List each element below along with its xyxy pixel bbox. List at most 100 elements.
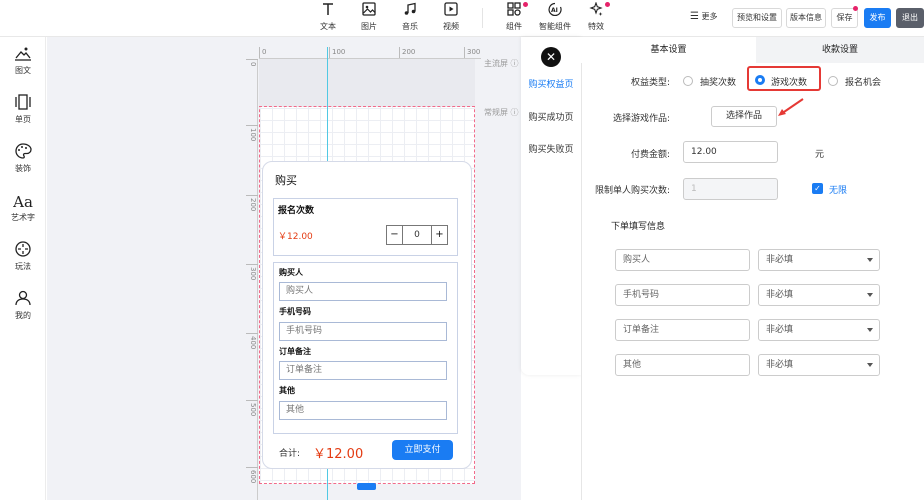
caret-down-icon <box>867 258 873 262</box>
tool-effects[interactable]: 特效 <box>576 1 616 32</box>
tool-video[interactable]: 视频 <box>431 2 471 32</box>
decrement-button[interactable]: − <box>386 225 403 245</box>
safe-area-band <box>259 59 475 107</box>
main-screen-label: 主流屏 ⓘ <box>484 58 519 69</box>
normal-screen-text: 常规屏 <box>484 108 508 117</box>
amount-input[interactable]: 12.00 <box>683 141 778 163</box>
sidebar-item-label: 图文 <box>15 66 31 75</box>
ruler-tick: 400 <box>246 333 258 349</box>
toolbar-divider <box>482 8 483 28</box>
sidebar-item-label: 艺术字 <box>11 213 35 222</box>
quantity-input[interactable]: 0 <box>402 225 432 245</box>
close-icon[interactable]: ✕ <box>541 47 561 67</box>
normal-screen-label: 常规屏 ⓘ <box>484 107 519 118</box>
sidebar-item-label: 单页 <box>15 115 31 124</box>
required-select-buyer[interactable]: 非必填 <box>758 249 880 271</box>
effects-icon <box>576 1 616 20</box>
arrow-annotation-icon <box>778 98 804 116</box>
increment-button[interactable]: + <box>431 225 448 245</box>
tool-component[interactable]: 组件 <box>494 2 534 32</box>
notification-dot <box>605 2 610 7</box>
option-game-count-label: 游戏次数 <box>771 78 808 88</box>
sidebar-item-image-text[interactable]: 图文 <box>0 45 46 76</box>
tool-text[interactable]: 文本 <box>308 2 348 32</box>
notification-dot <box>523 2 528 7</box>
sidebar-item-mine[interactable]: 我的 <box>0 290 46 321</box>
sidebar-item-decoration[interactable]: 装饰 <box>0 143 46 174</box>
exit-button[interactable]: 退出 <box>896 8 924 28</box>
tool-ai-component[interactable]: AI 智能组件 <box>535 2 575 32</box>
radio-lottery[interactable] <box>683 76 693 86</box>
tool-label: 文本 <box>320 22 336 31</box>
tool-label: 特效 <box>588 22 604 31</box>
unlimited-checkbox[interactable]: ✓ <box>812 183 823 194</box>
sidebar-item-gameplay[interactable]: 玩法 <box>0 241 46 272</box>
radio-game-count[interactable] <box>755 75 765 85</box>
order-field-buyer[interactable]: 购买人 <box>615 249 750 271</box>
publish-button[interactable]: 发布 <box>864 8 891 28</box>
total-label: 合计: <box>279 449 301 459</box>
more-menu[interactable]: ☰ 更多 <box>690 11 718 22</box>
sidebar-item-art-text[interactable]: Aa 艺术字 <box>0 192 46 223</box>
option-lottery-label: 抽奖次数 <box>700 78 737 88</box>
order-info-title: 下单填写信息 <box>611 222 666 232</box>
select-value: 非必填 <box>766 255 794 265</box>
field-label: 订单备注 <box>279 347 311 356</box>
other-input[interactable]: 其他 <box>279 401 447 420</box>
svg-text:AI: AI <box>551 7 558 14</box>
limit-input[interactable]: 1 <box>683 178 778 200</box>
tool-label: 图片 <box>361 22 377 31</box>
order-field-phone[interactable]: 手机号码 <box>615 284 750 306</box>
ruler-tick: 100 <box>329 47 345 58</box>
ruler-tick: 500 <box>246 400 258 416</box>
save-button[interactable]: 保存 <box>831 8 858 28</box>
option-signup-chance-label: 报名机会 <box>845 78 882 88</box>
version-info-button[interactable]: 版本信息 <box>786 8 826 28</box>
tool-music[interactable]: 音乐 <box>390 2 430 32</box>
single-page-icon <box>0 94 46 114</box>
gameplay-icon <box>0 241 46 261</box>
phone-number-input[interactable]: 手机号码 <box>279 322 447 341</box>
text-icon <box>308 2 348 20</box>
amount-label: 付费金额: <box>630 150 670 160</box>
caret-down-icon <box>867 328 873 332</box>
ruler-tick: 200 <box>399 47 415 58</box>
resize-handle[interactable] <box>357 483 376 490</box>
order-field-note[interactable]: 订单备注 <box>615 319 750 341</box>
benefit-type-label: 权益类型: <box>630 78 670 88</box>
component-icon <box>494 2 534 20</box>
field-label: 手机号码 <box>279 307 311 316</box>
field-label: 其他 <box>279 386 295 395</box>
sidebar-item-single-page[interactable]: 单页 <box>0 94 46 125</box>
radio-signup-chance[interactable] <box>828 76 838 86</box>
order-field-other[interactable]: 其他 <box>615 354 750 376</box>
more-label: 更多 <box>701 12 718 21</box>
main-screen-text: 主流屏 <box>484 59 508 68</box>
ruler-tick: 300 <box>246 264 258 280</box>
tab-basic-settings[interactable]: 基本设置 <box>581 37 756 63</box>
order-note-input[interactable]: 订单备注 <box>279 361 447 380</box>
required-select-other[interactable]: 非必填 <box>758 354 880 376</box>
ruler-tick: 0 <box>259 47 266 58</box>
art-text-icon: Aa <box>13 193 33 211</box>
tool-label: 组件 <box>506 22 522 31</box>
tab-payment-settings[interactable]: 收款设置 <box>756 37 924 63</box>
left-ruler: 0 100 200 300 400 500 600 <box>246 59 258 500</box>
required-select-phone[interactable]: 非必填 <box>758 284 880 306</box>
caret-down-icon <box>867 363 873 367</box>
required-select-note[interactable]: 非必填 <box>758 319 880 341</box>
notification-dot <box>853 6 858 11</box>
top-toolbar: 文本 图片 音乐 视频 组件 AI 智能组件 特效 ☰ 更多 预览和设置 版本信… <box>0 0 924 37</box>
preview-settings-button[interactable]: 预览和设置 <box>732 8 782 28</box>
tool-image[interactable]: 图片 <box>349 2 389 32</box>
caret-down-icon <box>867 293 873 297</box>
card-title: 购买 <box>275 174 297 187</box>
help-icon: ⓘ <box>510 59 519 68</box>
pay-now-button[interactable]: 立即支付 <box>392 440 453 460</box>
price-text: ￥12.00 <box>278 232 313 242</box>
buyer-name-input[interactable]: 购买人 <box>279 282 447 301</box>
select-game-button[interactable]: 选择作品 <box>711 106 777 127</box>
unlimited-label: 无限 <box>829 186 848 196</box>
amount-unit: 元 <box>815 150 825 160</box>
palette-icon <box>0 143 46 163</box>
